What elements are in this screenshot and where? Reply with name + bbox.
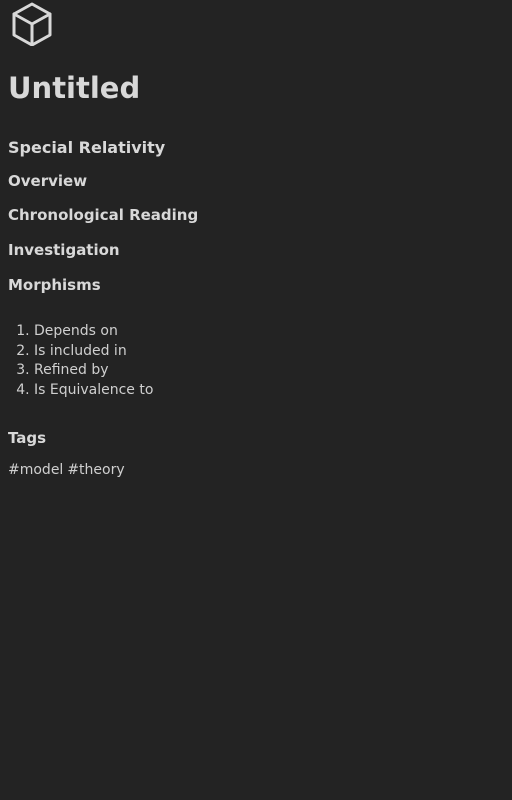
section-chronological-reading-heading: Chronological Reading	[8, 206, 199, 224]
section-morphisms-heading: Morphisms	[8, 276, 101, 294]
section-overview-heading: Overview	[8, 172, 88, 190]
page-title: Untitled	[8, 71, 141, 105]
list-item: 4. Is Equivalence to	[8, 381, 153, 401]
list-item-number: 4.	[16, 381, 34, 398]
subject-heading: Special Relativity	[8, 138, 166, 157]
section-investigation-heading: Investigation	[8, 241, 120, 259]
list-item: 2. Is included in	[8, 342, 153, 362]
list-item-number: 1.	[16, 323, 34, 339]
cube-icon	[10, 2, 54, 46]
tag-theory[interactable]: #theory	[67, 462, 124, 478]
tag-list: #model #theory	[8, 460, 129, 480]
morphisms-list: 1. Depends on 2. Is included in 3. Refin…	[8, 322, 153, 400]
list-item-label: Is included in	[34, 342, 127, 359]
note-page: Untitled Special Relativity Overview Chr…	[0, 0, 512, 800]
list-item-number: 3.	[16, 362, 34, 378]
list-item: 1. Depends on	[8, 322, 153, 342]
list-item-label: Is Equivalence to	[34, 381, 154, 398]
list-item-label: Depends on	[34, 323, 118, 339]
list-item-number: 2.	[16, 342, 34, 359]
list-item: 3. Refined by	[8, 361, 153, 381]
list-item-label: Refined by	[34, 362, 109, 378]
tag-model[interactable]: #model	[8, 462, 63, 478]
section-tags-heading: Tags	[8, 429, 47, 447]
